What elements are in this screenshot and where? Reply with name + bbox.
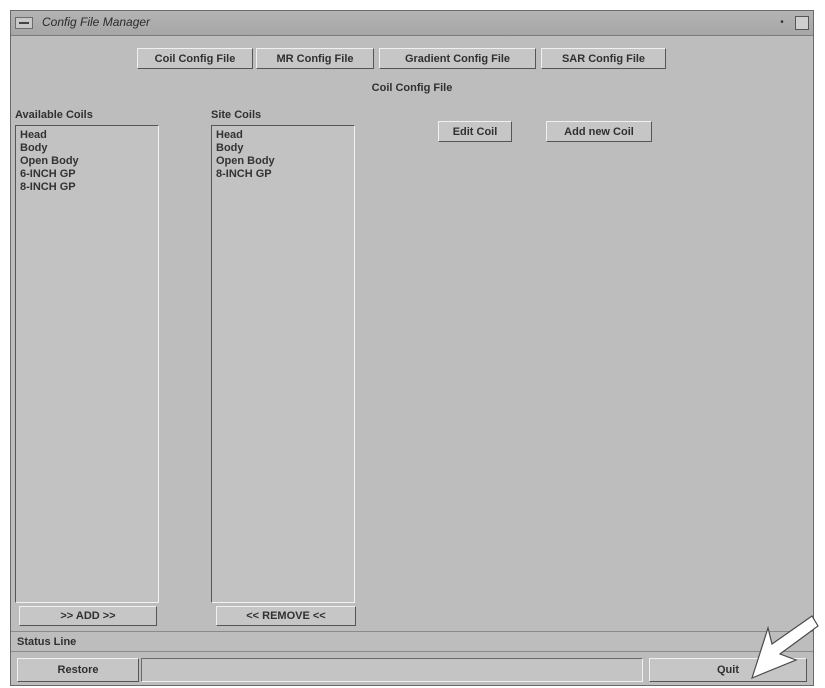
window-menu-icon[interactable] — [15, 17, 33, 29]
edit-coil-button[interactable]: Edit Coil — [438, 121, 512, 142]
section-title: Coil Config File — [371, 82, 453, 94]
bottom-bar: Restore Quit — [11, 651, 813, 688]
site-coils-label: Site Coils — [211, 109, 262, 121]
window-title: Config File Manager — [42, 15, 151, 29]
tab-sar-config-file[interactable]: SAR Config File — [541, 48, 666, 69]
list-item[interactable]: 6-INCH GP — [20, 168, 154, 181]
list-item[interactable]: 8-INCH GP — [20, 181, 154, 194]
tab-coil-config-file[interactable]: Coil Config File — [137, 48, 253, 69]
add-new-coil-button[interactable]: Add new Coil — [546, 121, 652, 142]
status-line: Status Line — [11, 631, 813, 652]
maximize-icon[interactable] — [795, 16, 809, 30]
list-item[interactable]: Body — [216, 142, 350, 155]
minimize-icon[interactable]: • — [775, 16, 789, 30]
list-item[interactable]: Head — [20, 129, 154, 142]
arrow-pointer-icon — [751, 615, 819, 680]
tab-gradient-config-file[interactable]: Gradient Config File — [379, 48, 536, 69]
list-item[interactable]: 8-INCH GP — [216, 168, 350, 181]
remove-button[interactable]: << REMOVE << — [216, 606, 356, 626]
restore-button[interactable]: Restore — [17, 658, 139, 682]
available-coils-list[interactable]: Head Body Open Body 6-INCH GP 8-INCH GP — [15, 125, 159, 603]
tab-mr-config-file[interactable]: MR Config File — [256, 48, 374, 69]
status-line-label: Status Line — [17, 636, 77, 648]
list-item[interactable]: Head — [216, 129, 350, 142]
list-item[interactable]: Open Body — [20, 155, 154, 168]
site-coils-list[interactable]: Head Body Open Body 8-INCH GP — [211, 125, 355, 603]
list-item[interactable]: Body — [20, 142, 154, 155]
title-bar[interactable]: Config File Manager • — [11, 11, 813, 36]
status-field — [141, 658, 643, 682]
config-file-manager-window: Config File Manager • Coil Config File M… — [10, 10, 814, 686]
add-button[interactable]: >> ADD >> — [19, 606, 157, 626]
available-coils-label: Available Coils — [15, 109, 93, 121]
list-item[interactable]: Open Body — [216, 155, 350, 168]
